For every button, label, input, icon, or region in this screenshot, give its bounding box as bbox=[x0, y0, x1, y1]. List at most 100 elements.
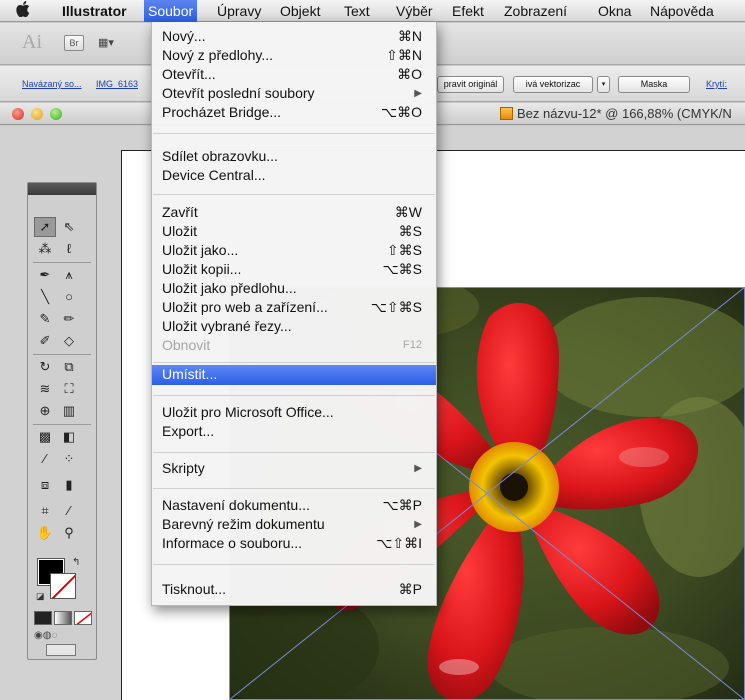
ai-logo: Ai bbox=[22, 31, 42, 53]
menu-bar: Illustrator Soubor Úpravy Objekt Text Vý… bbox=[0, 0, 745, 22]
menu-separator bbox=[153, 133, 435, 134]
live-trace-dropdown-icon[interactable]: ▾ bbox=[597, 76, 610, 93]
tools-panel-header[interactable] bbox=[28, 183, 96, 195]
menu-item-save-as-template[interactable]: Uložit jako předlohu... bbox=[152, 279, 436, 298]
gradient-tool[interactable]: ◧ bbox=[58, 427, 80, 447]
column-graph-tool[interactable]: ▮ bbox=[58, 475, 80, 495]
live-trace-button[interactable]: ivá vektorizac bbox=[513, 76, 593, 93]
add-anchor-tool[interactable]: ⩚ bbox=[58, 265, 80, 285]
direct-selection-tool[interactable]: ⇖ bbox=[58, 217, 80, 237]
blend-tool[interactable]: ⁘ bbox=[58, 449, 80, 469]
menu-item-save-as[interactable]: Uložit jako... ⇧⌘S bbox=[152, 241, 436, 260]
menu-vyber[interactable]: Výběr bbox=[396, 0, 433, 22]
screen-mode-icon[interactable] bbox=[46, 644, 76, 656]
soubor-dropdown-menu: Nový... ⌘N Nový z předlohy... ⇧⌘N Otevřít.… bbox=[151, 22, 437, 606]
menu-item-save-for-office[interactable]: Uložit pro Microsoft Office... bbox=[152, 403, 436, 422]
artboard-tool[interactable]: ⌗ bbox=[34, 501, 56, 521]
stroke-swatch[interactable] bbox=[50, 573, 76, 599]
menu-item-file-info[interactable]: Informace o souboru... ⌥⇧⌘I bbox=[152, 534, 436, 553]
drawing-mode-icon[interactable]: ◉◍◌ bbox=[34, 630, 92, 642]
menu-item-document-setup[interactable]: Nastavení dokumentu... ⌥⌘P bbox=[152, 496, 436, 515]
menu-item-device-central[interactable]: Device Central... bbox=[152, 166, 436, 185]
zoom-tool[interactable]: ⚲ bbox=[58, 523, 80, 543]
close-window-icon[interactable] bbox=[12, 108, 24, 120]
menu-okna[interactable]: Okna bbox=[598, 0, 631, 22]
menu-separator bbox=[153, 362, 435, 363]
tools-divider bbox=[33, 354, 91, 355]
magic-wand-tool[interactable]: ⁂ bbox=[34, 239, 56, 259]
perspective-grid-tool[interactable]: ▥ bbox=[58, 401, 80, 421]
menu-separator bbox=[153, 488, 435, 489]
menu-illustrator[interactable]: Illustrator bbox=[62, 0, 127, 22]
opacity-link[interactable]: Krytí: bbox=[706, 79, 727, 89]
eraser-tool[interactable]: ◇ bbox=[58, 331, 80, 351]
pencil-tool[interactable]: ✏ bbox=[58, 309, 80, 329]
color-mode-icon[interactable] bbox=[34, 611, 52, 625]
menu-soubor[interactable]: Soubor bbox=[144, 0, 198, 22]
lasso-tool[interactable]: ℓ bbox=[58, 239, 80, 259]
gradient-mode-icon[interactable] bbox=[54, 611, 72, 625]
free-transform-tool[interactable]: ⛶ bbox=[58, 379, 80, 399]
menu-item-export[interactable]: Export... bbox=[152, 422, 436, 441]
menu-item-new-from-template[interactable]: Nový z předlohy... ⇧⌘N bbox=[152, 46, 436, 65]
swap-fill-stroke-icon[interactable]: ↰ bbox=[72, 557, 80, 568]
menu-napoveda[interactable]: Nápověda bbox=[650, 0, 714, 22]
linked-file-link[interactable]: Navázaný so... bbox=[22, 79, 82, 89]
tools-panel: ➚ ⇖ ⁂ ℓ ✒ ⩚ ╲ ○ ✎ ✏ ✐ ◇ ↻ ⧉ ≋ ⛶ ⊕ ▥ ▩ ◧ … bbox=[27, 182, 97, 660]
menu-text[interactable]: Text bbox=[344, 0, 370, 22]
menu-item-new[interactable]: Nový... ⌘N bbox=[152, 27, 436, 46]
none-mode-icon[interactable] bbox=[74, 611, 92, 625]
file-name-link[interactable]: IMG_6163 bbox=[96, 79, 138, 89]
menu-item-close[interactable]: Zavřít ⌘W bbox=[152, 203, 436, 222]
document-icon bbox=[500, 107, 513, 120]
menu-item-open[interactable]: Otevřít... ⌘O bbox=[152, 65, 436, 84]
menu-item-save[interactable]: Uložit ⌘S bbox=[152, 222, 436, 241]
edit-original-button[interactable]: pravit originál bbox=[437, 76, 504, 93]
tools-divider bbox=[33, 424, 91, 425]
document-title: Bez názvu-12* @ 166,88% (CMYK/N bbox=[517, 106, 732, 121]
menu-efekt[interactable]: Efekt bbox=[452, 0, 484, 22]
apple-icon[interactable] bbox=[16, 0, 30, 22]
submenu-arrow-icon: ▶ bbox=[414, 519, 422, 530]
scale-tool[interactable]: ⧉ bbox=[58, 357, 80, 377]
submenu-arrow-icon: ▶ bbox=[414, 88, 422, 99]
paintbrush-tool[interactable]: ✎ bbox=[34, 309, 56, 329]
menu-item-revert: Obnovit F12 bbox=[162, 337, 422, 353]
menu-item-save-for-web[interactable]: Uložit pro web a zařízení... ⌥⇧⌘S bbox=[152, 298, 436, 317]
menu-item-place[interactable]: Umístit... bbox=[152, 365, 436, 385]
menu-separator bbox=[153, 194, 435, 195]
menu-item-share-screen[interactable]: Sdílet obrazovku... bbox=[152, 147, 436, 166]
menu-objekt[interactable]: Objekt bbox=[280, 0, 320, 22]
menu-item-save-selected-slices[interactable]: Uložit vybrané řezy... bbox=[152, 317, 436, 336]
arrange-documents-icon[interactable]: ▦▾ bbox=[98, 35, 124, 51]
menu-separator bbox=[153, 452, 435, 453]
menu-item-scripts[interactable]: Skripty ▶ bbox=[152, 459, 436, 478]
hand-tool[interactable]: ✋ bbox=[34, 523, 56, 543]
shape-builder-tool[interactable]: ⊕ bbox=[34, 401, 56, 421]
slice-tool[interactable]: ⁄ bbox=[58, 501, 80, 521]
eyedropper-tool[interactable]: ⁄ bbox=[34, 449, 56, 469]
menu-upravy[interactable]: Úpravy bbox=[217, 0, 261, 22]
pen-tool[interactable]: ✒ bbox=[34, 265, 56, 285]
menu-item-open-recent[interactable]: Otevřít poslední soubory ▶ bbox=[152, 84, 436, 103]
menu-item-save-copy[interactable]: Uložit kopii... ⌥⌘S bbox=[152, 260, 436, 279]
minimize-window-icon[interactable] bbox=[31, 108, 43, 120]
menu-zobrazeni[interactable]: Zobrazení bbox=[504, 0, 567, 22]
menu-item-document-color-mode[interactable]: Barevný režim dokumentu ▶ bbox=[152, 515, 436, 534]
bridge-button[interactable]: Br bbox=[64, 35, 84, 51]
menu-item-print[interactable]: Tisknout... ⌘P bbox=[152, 580, 436, 599]
menu-separator bbox=[153, 564, 435, 565]
line-tool[interactable]: ╲ bbox=[34, 287, 56, 307]
mesh-tool[interactable]: ▩ bbox=[34, 427, 56, 447]
blob-brush-tool[interactable]: ✐ bbox=[34, 331, 56, 351]
selection-tool[interactable]: ➚ bbox=[34, 217, 56, 237]
warp-tool[interactable]: ≋ bbox=[34, 379, 56, 399]
ellipse-tool[interactable]: ○ bbox=[58, 287, 80, 307]
tools-divider bbox=[33, 262, 91, 263]
symbol-sprayer-tool[interactable]: ⧈ bbox=[34, 475, 56, 495]
mask-button[interactable]: Maska bbox=[618, 76, 690, 93]
default-colors-icon[interactable]: ◪ bbox=[36, 591, 45, 602]
zoom-window-icon[interactable] bbox=[50, 108, 62, 120]
menu-item-browse-bridge[interactable]: Procházet Bridge... ⌥⌘O bbox=[152, 103, 436, 122]
rotate-tool[interactable]: ↻ bbox=[34, 357, 56, 377]
